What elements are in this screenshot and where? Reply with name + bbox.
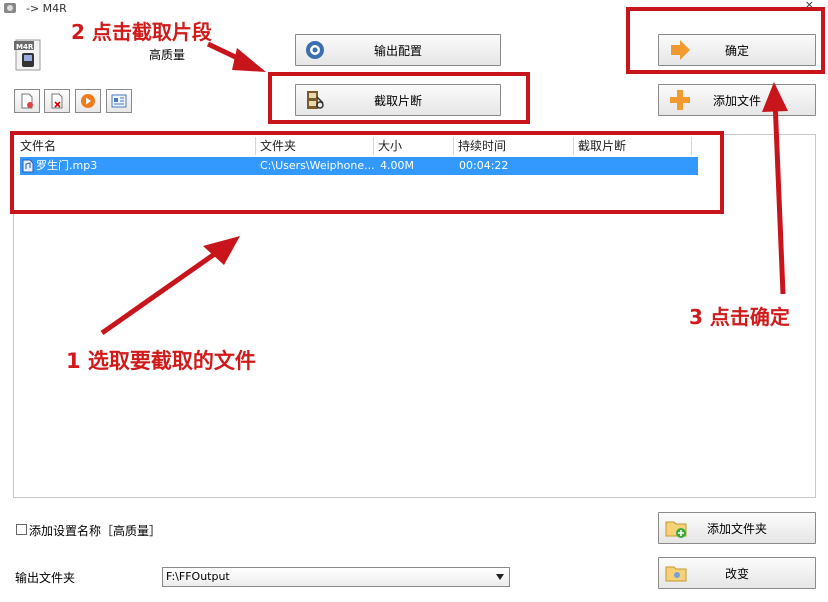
m4r-file-icon: M4R [14, 39, 41, 71]
folder-add-icon [665, 521, 687, 538]
highlight-box-clip [268, 72, 530, 124]
highlight-box-ok [626, 7, 825, 74]
play-icon [81, 94, 95, 108]
add-folder-button[interactable]: 添加文件夹 [658, 512, 816, 544]
plus-icon [670, 90, 690, 110]
play-button[interactable] [75, 89, 101, 113]
output-folder-value: F:\FFOutput [166, 570, 230, 583]
output-config-button[interactable]: 输出配置 [295, 34, 501, 66]
arrowhead-step2 [232, 48, 266, 72]
app-icon [4, 3, 16, 13]
delete-file-icon [51, 93, 63, 109]
info-card-icon [111, 94, 127, 108]
settings-gear-icon [306, 41, 324, 59]
output-folder-select[interactable]: F:\FFOutput [162, 567, 510, 587]
annotation-step3: 3 点击确定 [689, 305, 790, 329]
output-folder-label: 输出文件夹 [15, 571, 76, 585]
new-file-icon [21, 93, 33, 109]
chevron-down-icon [496, 574, 504, 580]
annotation-step2: 2 点击截取片段 [71, 20, 212, 44]
add-file-button[interactable]: 添加文件 [658, 84, 816, 116]
change-button[interactable]: 改变 [658, 557, 816, 589]
quality-label: 高质量 [149, 48, 186, 62]
output-config-label: 输出配置 [373, 43, 422, 58]
highlight-box-file [10, 131, 724, 214]
folder-icon [665, 566, 687, 582]
window-title: -> M4R [26, 2, 67, 15]
new-file-button[interactable] [14, 89, 40, 113]
info-button[interactable] [106, 89, 132, 113]
remove-file-button[interactable] [44, 89, 70, 113]
annotation-step1: 1 选取要截取的文件 [66, 349, 256, 373]
add-folder-label: 添加文件夹 [706, 521, 767, 536]
arrow-step2 [206, 41, 252, 67]
add-setting-name-label: 添加设置名称［高质量］ [29, 524, 162, 538]
change-label: 改变 [724, 566, 749, 581]
add-setting-name-checkbox[interactable] [16, 524, 27, 535]
add-file-label: 添加文件 [712, 93, 761, 108]
m4r-badge: M4R [16, 43, 34, 51]
